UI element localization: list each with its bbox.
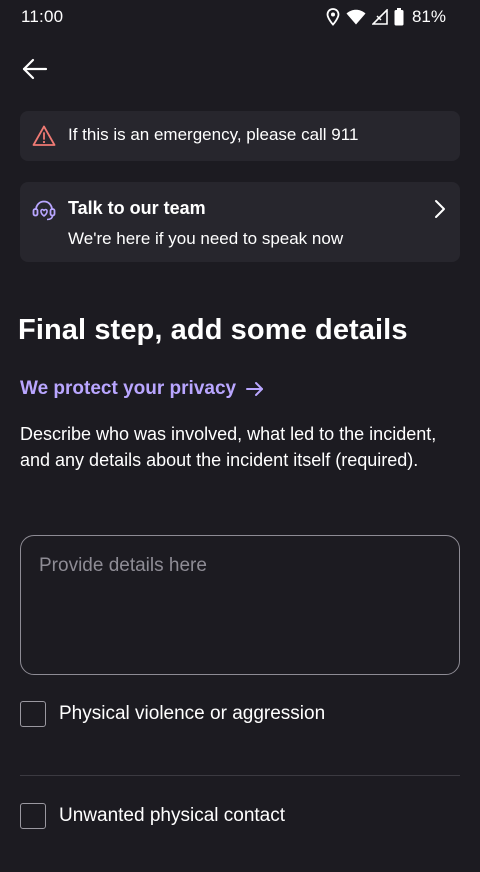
back-button[interactable]: [18, 52, 52, 86]
status-bar: 11:00 81%: [0, 0, 480, 36]
details-textarea[interactable]: [20, 535, 460, 675]
emergency-text: If this is an emergency, please call 911: [68, 125, 359, 144]
arrow-right-icon: [246, 382, 264, 396]
warning-triangle-icon: [32, 125, 56, 146]
emergency-banner: If this is an emergency, please call 911: [20, 111, 460, 161]
arrow-left-icon: [22, 58, 48, 80]
cellular-signal-icon: [371, 9, 388, 25]
privacy-link[interactable]: We protect your privacy: [20, 378, 264, 400]
team-card-title: Talk to our team: [68, 198, 206, 218]
divider: [20, 775, 460, 776]
checkbox[interactable]: [20, 701, 46, 727]
checkbox[interactable]: [20, 803, 46, 829]
headset-heart-icon: [32, 200, 56, 221]
checkbox-label: Unwanted physical contact: [59, 805, 286, 826]
battery-level: 81%: [411, 7, 446, 26]
option-unwanted-contact[interactable]: Unwanted physical contact: [20, 803, 285, 829]
talk-to-team-card[interactable]: Talk to our team We're here if you need …: [20, 182, 460, 262]
location-icon: [326, 8, 340, 26]
battery-icon: [394, 8, 404, 26]
team-card-subtitle: We're here if you need to speak now: [68, 229, 344, 248]
privacy-link-label: We protect your privacy: [20, 378, 237, 399]
option-physical-violence[interactable]: Physical violence or aggression: [20, 701, 325, 727]
instructions-text: Describe who was involved, what led to t…: [20, 424, 437, 470]
chevron-right-icon: [435, 200, 445, 218]
status-time: 11:00: [21, 7, 64, 26]
checkbox-label: Physical violence or aggression: [59, 703, 326, 724]
wifi-icon: [346, 9, 366, 25]
page-title: Final step, add some details: [18, 314, 408, 346]
status-icons: 81%: [326, 7, 446, 27]
